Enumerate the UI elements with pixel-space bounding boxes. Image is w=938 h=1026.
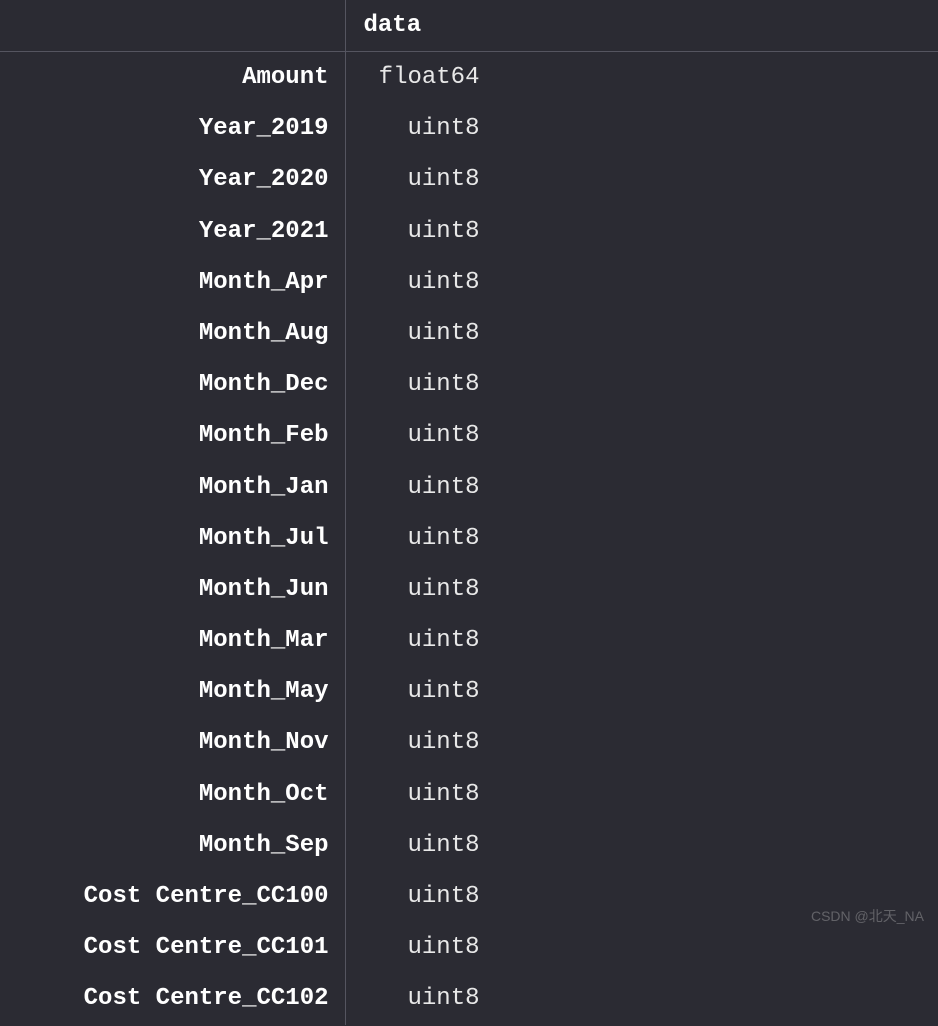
table-row: Month_Jun uint8: [0, 564, 938, 615]
row-value-text: uint8: [368, 727, 480, 758]
row-value-text: uint8: [368, 318, 480, 349]
table-row: Month_Sep uint8: [0, 820, 938, 871]
row-index-label: Month_Dec: [0, 359, 345, 410]
row-index-label: Month_Oct: [0, 769, 345, 820]
table-row: Month_Dec uint8: [0, 359, 938, 410]
row-value-text: uint8: [368, 625, 480, 656]
column-header-cell: data: [345, 0, 938, 52]
table-row: Year_2021 uint8: [0, 206, 938, 257]
row-value-cell: uint8: [345, 462, 938, 513]
row-index-label: Month_Jun: [0, 564, 345, 615]
row-index-label: Cost Centre_CC102: [0, 973, 345, 1024]
row-index-label: Month_May: [0, 666, 345, 717]
table-row: Month_Jul uint8: [0, 513, 938, 564]
row-index-label: Month_Feb: [0, 410, 345, 461]
table-row: Month_May uint8: [0, 666, 938, 717]
index-header-cell: [0, 0, 345, 52]
row-value-text: uint8: [368, 216, 480, 247]
table-row: Month_Oct uint8: [0, 769, 938, 820]
row-value-cell: uint8: [345, 308, 938, 359]
row-index-label: Month_Nov: [0, 717, 345, 768]
row-value-text: uint8: [368, 881, 480, 912]
row-index-label: Cost Centre_CC100: [0, 871, 345, 922]
row-index-label: Year_2021: [0, 206, 345, 257]
row-value-cell: uint8: [345, 717, 938, 768]
table-body: Amountfloat64Year_2019uint8Year_2020uint…: [0, 52, 938, 1025]
row-value-cell: uint8: [345, 615, 938, 666]
row-value-text: uint8: [368, 983, 480, 1014]
row-value-cell: uint8: [345, 359, 938, 410]
row-value-cell: uint8: [345, 206, 938, 257]
row-value-text: uint8: [368, 267, 480, 298]
row-value-text: uint8: [368, 164, 480, 195]
row-index-label: Month_Jul: [0, 513, 345, 564]
row-index-label: Month_Apr: [0, 257, 345, 308]
row-value-cell: float64: [345, 52, 938, 104]
table-row: Month_Nov uint8: [0, 717, 938, 768]
table-row: Year_2019 uint8: [0, 103, 938, 154]
row-value-cell: uint8: [345, 154, 938, 205]
row-value-cell: uint8: [345, 513, 938, 564]
row-index-label: Month_Aug: [0, 308, 345, 359]
row-value-text: float64: [368, 62, 480, 93]
row-value-cell: uint8: [345, 820, 938, 871]
row-index-label: Year_2019: [0, 103, 345, 154]
row-value-text: uint8: [368, 574, 480, 605]
row-value-text: uint8: [368, 523, 480, 554]
table-row: Cost Centre_CC102 uint8: [0, 973, 938, 1024]
table-row: Month_Jan uint8: [0, 462, 938, 513]
row-index-label: Month_Sep: [0, 820, 345, 871]
row-value-cell: uint8: [345, 973, 938, 1024]
row-index-label: Month_Mar: [0, 615, 345, 666]
row-value-text: uint8: [368, 420, 480, 451]
row-value-text: uint8: [368, 932, 480, 963]
row-value-cell: uint8: [345, 769, 938, 820]
row-value-text: uint8: [368, 676, 480, 707]
table-header-row: data: [0, 0, 938, 52]
row-value-text: uint8: [368, 113, 480, 144]
table-row: Cost Centre_CC100 uint8: [0, 871, 938, 922]
row-value-cell: uint8: [345, 564, 938, 615]
row-value-text: uint8: [368, 369, 480, 400]
row-value-text: uint8: [368, 779, 480, 810]
table-row: Cost Centre_CC101 uint8: [0, 922, 938, 973]
row-index-label: Cost Centre_CC101: [0, 922, 345, 973]
table-row: Month_Aug uint8: [0, 308, 938, 359]
table-row: Month_Mar uint8: [0, 615, 938, 666]
table-row: Amount float64: [0, 52, 938, 104]
row-index-label: Month_Jan: [0, 462, 345, 513]
watermark-text: CSDN @北天_NA: [811, 906, 924, 926]
row-value-text: uint8: [368, 472, 480, 503]
row-value-cell: uint8: [345, 666, 938, 717]
row-value-cell: uint8: [345, 103, 938, 154]
table-row: Month_Apr uint8: [0, 257, 938, 308]
row-value-cell: uint8: [345, 410, 938, 461]
table-row: Month_Feb uint8: [0, 410, 938, 461]
dataframe-table-container: data Amountfloat64Year_2019uint8Year_202…: [0, 0, 938, 936]
row-index-label: Amount: [0, 52, 345, 104]
table-row: Year_2020 uint8: [0, 154, 938, 205]
row-value-cell: uint8: [345, 257, 938, 308]
row-value-cell: uint8: [345, 922, 938, 973]
row-index-label: Year_2020: [0, 154, 345, 205]
row-value-text: uint8: [368, 830, 480, 861]
dataframe-table: data Amountfloat64Year_2019uint8Year_202…: [0, 0, 938, 1025]
